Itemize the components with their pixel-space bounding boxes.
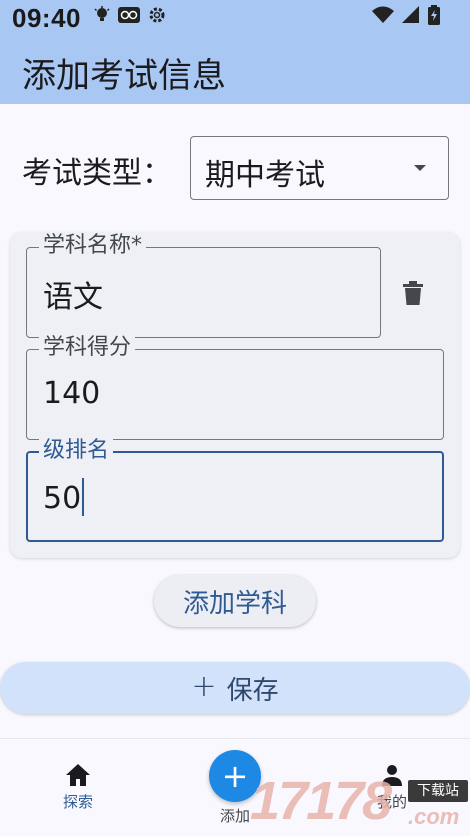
- grade-rank-value: 50: [43, 481, 82, 516]
- exam-type-row: 考试类型： 期中考试: [22, 136, 450, 200]
- app-bar: 添加考试信息: [0, 34, 470, 104]
- text-cursor: [82, 478, 85, 516]
- battery-icon: [428, 5, 440, 25]
- lightbulb-icon: [94, 6, 110, 21]
- grade-rank-value-wrap: 50: [43, 478, 85, 516]
- status-notification-icons: [94, 6, 166, 24]
- grade-rank-field[interactable]: 级排名 50: [26, 438, 444, 542]
- status-system-icons: [372, 5, 440, 25]
- exam-type-label: 考试类型：: [22, 156, 172, 191]
- glasses-app-icon: [118, 7, 140, 23]
- settings-gear-icon: [149, 7, 165, 23]
- nav-label-explore: 探索: [62, 793, 93, 811]
- exam-type-selected-value: 期中考试: [205, 158, 325, 193]
- add-subject-label: 添加学科: [182, 588, 287, 619]
- subject-score-value: 140: [43, 376, 101, 411]
- add-subject-button[interactable]: 添加学科: [154, 575, 316, 627]
- cell-signal-icon: [402, 6, 419, 23]
- status-time: 09:40: [12, 3, 81, 33]
- wifi-icon: [372, 6, 394, 23]
- subject-name-field[interactable]: 学科名称* 语文: [26, 233, 381, 338]
- dropdown-arrow-icon: [414, 165, 426, 171]
- subject-name-value: 语文: [43, 280, 103, 315]
- save-label: 保存: [226, 675, 279, 706]
- watermark-badge: 下载站: [408, 780, 468, 802]
- exam-type-dropdown[interactable]: 期中考试: [190, 136, 449, 200]
- subject-score-label: 学科得分: [39, 335, 136, 361]
- watermark-suffix: .com: [408, 804, 460, 829]
- grade-rank-label: 级排名: [39, 438, 114, 464]
- watermark-logo: 17178 下载站 .com: [248, 770, 470, 836]
- nav-item-explore[interactable]: 探索: [48, 739, 108, 836]
- page-title: 添加考试信息: [22, 56, 226, 96]
- plus-icon: +: [191, 668, 217, 704]
- status-bar: 09:40: [0, 0, 470, 34]
- subject-card: 学科名称* 语文 学科得分 140 级排名 50: [10, 232, 460, 558]
- subject-score-field[interactable]: 学科得分 140: [26, 335, 444, 440]
- home-icon: [66, 764, 90, 786]
- watermark-digits: 17178: [250, 771, 392, 831]
- save-button[interactable]: + 保存: [0, 662, 470, 714]
- subject-name-label: 学科名称*: [39, 233, 147, 259]
- delete-trash-icon[interactable]: [400, 280, 426, 306]
